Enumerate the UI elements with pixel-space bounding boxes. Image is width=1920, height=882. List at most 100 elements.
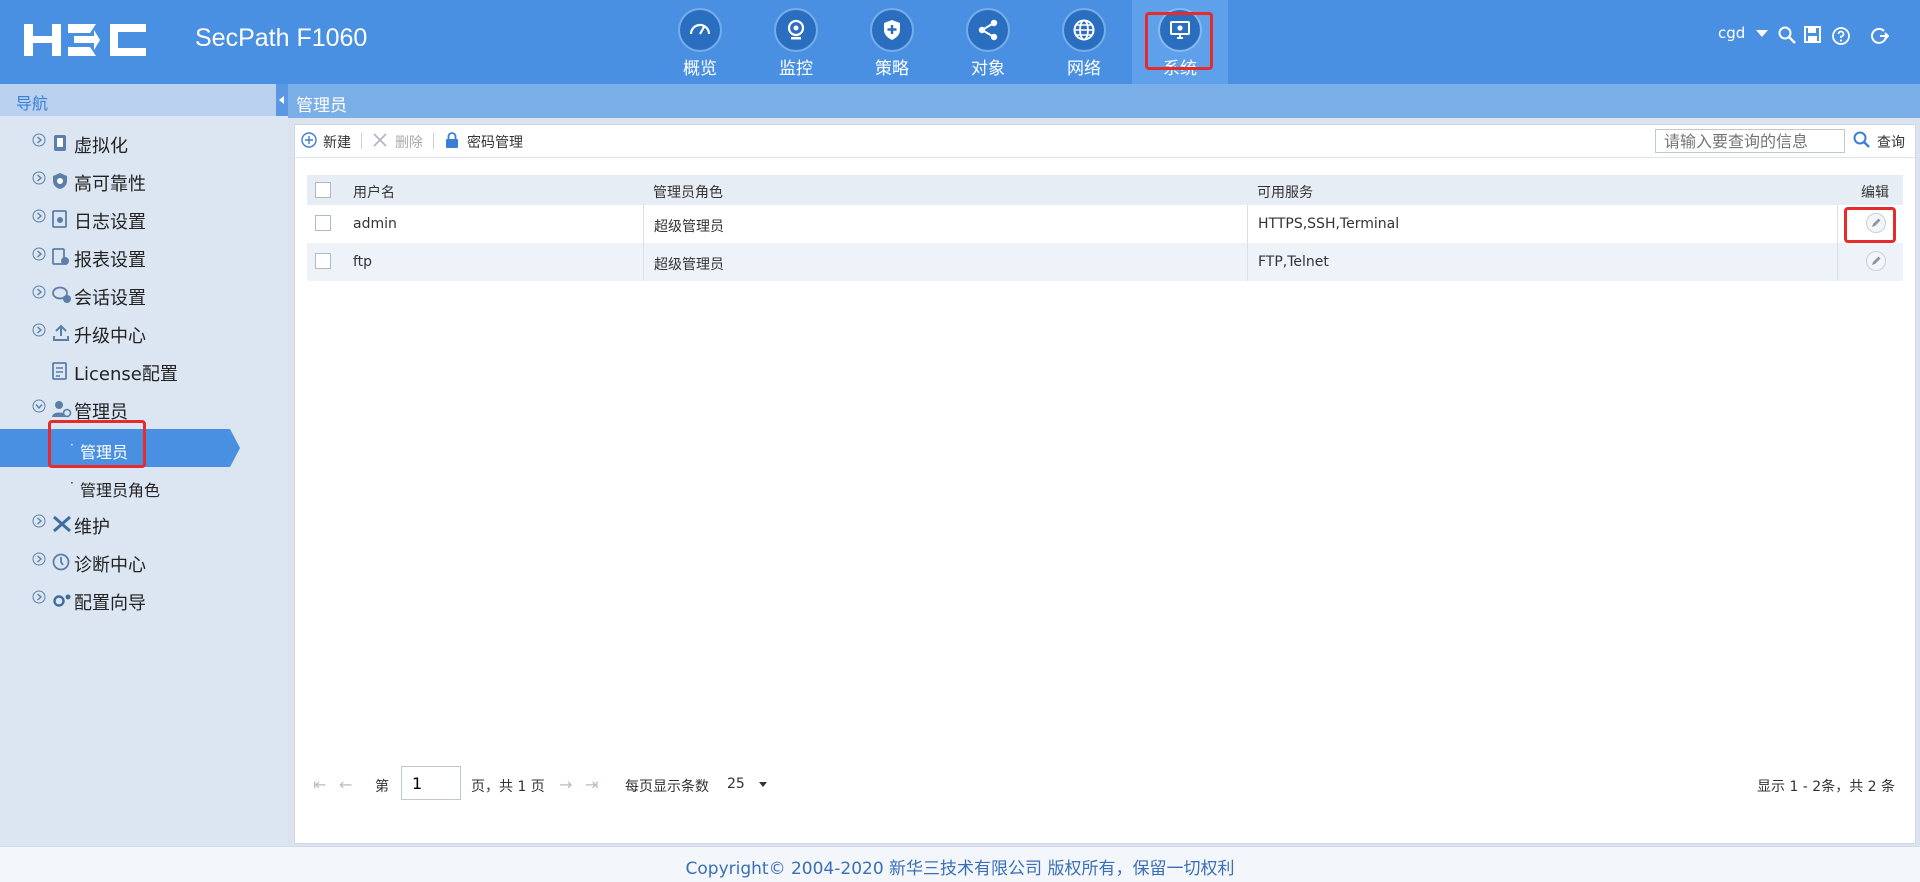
page-suffix: 页，共 1 页 xyxy=(471,779,545,795)
nav-label: 网络 xyxy=(1067,59,1101,79)
row-checkbox[interactable] xyxy=(315,215,331,231)
bullet: · xyxy=(70,476,74,490)
nav-label: 对象 xyxy=(971,59,1005,79)
object-share-icon xyxy=(968,10,1008,50)
sidebar-subitem-administrator[interactable]: · 管理员 xyxy=(0,420,288,468)
page-size-label: 每页显示条数 xyxy=(625,779,709,795)
sidebar-title: 导航 xyxy=(16,94,49,113)
table-header: 用户名 管理员角色 可用服务 编辑 xyxy=(307,175,1903,205)
nav-monitor[interactable]: 监控 xyxy=(748,0,844,84)
services-value: HTTPS,SSH,Terminal xyxy=(1258,216,1400,232)
column-header-username[interactable]: 用户名 xyxy=(343,175,643,205)
page-prefix: 第 xyxy=(375,779,389,795)
nav-label: 策略 xyxy=(875,59,909,79)
first-page-icon[interactable]: ⇤ xyxy=(313,775,326,794)
highlight-box xyxy=(1145,12,1213,70)
nav-overview[interactable]: 概览 xyxy=(652,0,748,84)
sidebar-item-log-settings[interactable]: 日志设置 xyxy=(0,200,288,238)
logout-icon[interactable] xyxy=(1871,27,1889,45)
page-number-input[interactable] xyxy=(401,766,461,800)
collapse-icon xyxy=(32,399,46,413)
upgrade-icon xyxy=(53,324,69,341)
services-cell: FTP,Telnet xyxy=(1247,243,1837,281)
sidebar-header: 导航 xyxy=(0,84,288,116)
shield-icon xyxy=(53,173,67,189)
sidebar-item-label: 虚拟化 xyxy=(74,136,128,157)
role-cell: 超级管理员 xyxy=(643,243,1247,281)
nav-system[interactable]: 系统 xyxy=(1132,0,1228,84)
search-icon[interactable] xyxy=(1778,26,1796,44)
user-menu[interactable]: cgd xyxy=(1718,24,1769,42)
caret-down-icon xyxy=(759,782,768,787)
sidebar-subitem-label: 管理员角色 xyxy=(80,481,161,500)
sidebar-item-maintenance[interactable]: 维护 xyxy=(0,505,288,543)
sidebar-item-session-settings[interactable]: 会话设置 xyxy=(0,276,288,314)
nav-policy[interactable]: 策略 xyxy=(844,0,940,84)
footer: Copyright© 2004-2020 新华三技术有限公司 版权所有，保留一切… xyxy=(0,846,1920,882)
page-title-bar: 管理员 xyxy=(288,84,1920,118)
sidebar-item-label: 升级中心 xyxy=(74,326,146,347)
edit-cell xyxy=(1837,243,1903,281)
nav-network[interactable]: 网络 xyxy=(1036,0,1132,84)
search-input[interactable] xyxy=(1655,129,1845,153)
column-header-role[interactable]: 管理员角色 xyxy=(643,175,1247,205)
sidebar-item-label: License配置 xyxy=(74,364,178,385)
policy-shield-icon xyxy=(872,10,912,50)
column-header-services[interactable]: 可用服务 xyxy=(1247,175,1837,205)
diagnostics-icon xyxy=(52,553,70,571)
sidebar-item-license[interactable]: License配置 xyxy=(0,352,288,390)
monitor-camera-icon xyxy=(776,10,816,50)
next-page-icon[interactable]: → xyxy=(559,775,572,794)
expand-icon xyxy=(32,552,46,566)
chevron-left-icon xyxy=(279,96,284,104)
page-size-select[interactable]: 25 xyxy=(727,776,768,792)
services-cell: HTTPS,SSH,Terminal xyxy=(1247,205,1837,243)
column-header-label: 用户名 xyxy=(353,185,395,201)
sidebar-item-label: 会话设置 xyxy=(74,288,146,309)
last-page-icon[interactable]: ⇥ xyxy=(585,775,598,794)
sidebar-item-report-settings[interactable]: 报表设置 xyxy=(0,238,288,276)
expand-icon xyxy=(32,590,46,604)
highlight-box xyxy=(48,420,146,468)
role-value: 超级管理员 xyxy=(654,257,724,273)
table-row[interactable]: ftp 超级管理员 FTP,Telnet xyxy=(307,243,1903,281)
page-title: 管理员 xyxy=(296,96,347,116)
copyright: Copyright© 2004-2020 新华三技术有限公司 版权所有，保留一切… xyxy=(685,859,1235,879)
sidebar-item-virtualization[interactable]: 虚拟化 xyxy=(0,124,288,162)
username-value: ftp xyxy=(353,254,373,270)
expand-icon xyxy=(32,323,46,337)
toolbar: 新建 删除 密码管理 查询 xyxy=(295,125,1915,158)
sidebar-item-upgrade-center[interactable]: 升级中心 xyxy=(0,314,288,352)
save-icon[interactable] xyxy=(1804,26,1821,43)
sidebar-subitem-admin-role[interactable]: · 管理员角色 xyxy=(0,467,288,505)
edit-button[interactable] xyxy=(1866,251,1886,271)
pencil-icon xyxy=(1872,256,1881,265)
role-value: 超级管理员 xyxy=(654,219,724,235)
sidebar-collapse-button[interactable] xyxy=(276,84,288,116)
expand-icon xyxy=(32,133,46,147)
sidebar-item-config-wizard[interactable]: 配置向导 xyxy=(0,581,288,619)
highlight-box xyxy=(1844,207,1896,243)
row-checkbox[interactable] xyxy=(315,253,331,269)
prev-page-icon[interactable]: ← xyxy=(339,775,352,794)
select-all-checkbox[interactable] xyxy=(315,182,331,198)
plus-circle-icon xyxy=(301,132,317,148)
username: cgd xyxy=(1718,24,1746,42)
nav-object[interactable]: 对象 xyxy=(940,0,1036,84)
column-header-label: 编辑 xyxy=(1861,185,1889,201)
sidebar-item-high-availability[interactable]: 高可靠性 xyxy=(0,162,288,200)
config-wizard-icon xyxy=(53,594,71,607)
sidebar-item-label: 报表设置 xyxy=(74,250,146,271)
column-header-edit: 编辑 xyxy=(1837,175,1903,205)
username-cell: admin xyxy=(343,205,643,243)
sidebar-item-diagnostics[interactable]: 诊断中心 xyxy=(0,543,288,581)
help-icon[interactable] xyxy=(1832,27,1850,45)
virtualization-icon xyxy=(54,135,66,151)
sidebar-item-label: 维护 xyxy=(74,517,110,538)
network-globe-icon xyxy=(1064,10,1104,50)
sidebar-item-label: 高可靠性 xyxy=(74,174,146,195)
expand-icon xyxy=(32,171,46,185)
select-all-cell xyxy=(307,175,343,205)
expand-icon xyxy=(32,209,46,223)
table-row[interactable]: admin 超级管理员 HTTPS,SSH,Terminal xyxy=(307,205,1903,243)
